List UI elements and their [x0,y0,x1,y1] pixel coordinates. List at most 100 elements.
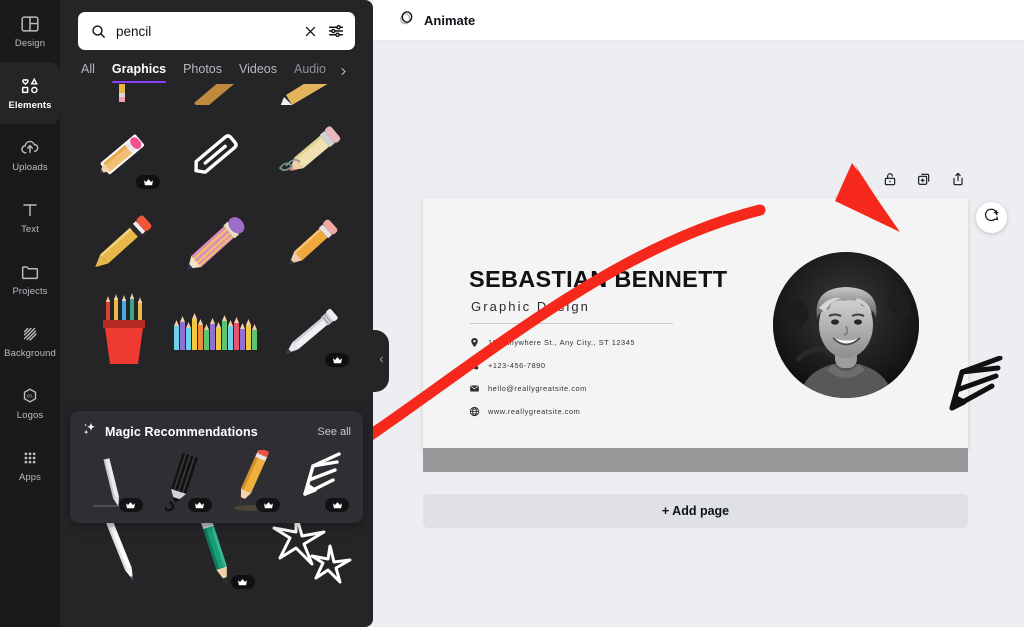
element-toolbar [882,171,966,187]
contact-row-website: www.reallygreatsite.com [469,403,635,419]
contact-row-phone: +123-456-7890 [469,357,635,373]
tab-all[interactable]: All [81,62,95,83]
category-tabs: All Graphics Photos Videos Audio [78,50,355,83]
sidebar-item-text-label: Text [21,224,39,236]
add-page-label: + Add page [661,504,730,518]
result-item-partial-3[interactable] [267,84,355,106]
magic-item-pencil-lineart[interactable] [288,448,351,514]
pro-badge [230,575,255,589]
magic-item-stylus-silver[interactable] [82,448,145,514]
result-item-pencil-outline[interactable] [172,112,260,195]
result-item-pencil-cup[interactable] [78,290,166,373]
card-role: Graphic Design [471,299,590,314]
sidebar-item-background[interactable]: Background [0,310,60,372]
sidebar-item-logos-label: Logos [16,410,44,422]
contact-address-text: 123 Anywhere St., Any City., ST 12345 [488,337,636,347]
panel-header: All Graphics Photos Videos Audio [60,0,373,83]
result-item-colored-pencils-row[interactable] [172,290,260,373]
lock-open-icon[interactable] [882,171,898,187]
portrait-photo[interactable] [773,252,919,398]
search-input[interactable] [116,23,294,39]
tab-audio[interactable]: Audio [294,62,326,83]
page-strip [423,448,968,472]
sidebar-item-uploads-label: Uploads [12,162,48,174]
search-icon [90,23,107,40]
sidebar-item-background-label: Background [4,348,56,360]
pro-badge [136,175,161,189]
card-contact-list: 123 Anywhere St., Any City., ST 12345 +1… [469,334,635,426]
sidebar-item-logos[interactable]: co. Logos [0,372,60,434]
pencil-lineart-graphic[interactable] [936,355,1008,423]
result-item-partial-2[interactable] [172,84,260,106]
tab-photos[interactable]: Photos [183,62,222,83]
editor-main: Animate SEBASTIAN BENNETT Graphic Design… [373,0,1024,627]
background-icon [19,323,41,345]
add-page-button[interactable]: + Add page [423,494,968,528]
contact-website-text: www.reallygreatsite.com [488,406,581,416]
close-icon[interactable] [303,24,318,39]
magic-recommendations-panel: Magic Recommendations See all [70,411,363,523]
globe-icon [469,406,480,417]
pro-badge [118,498,143,512]
chevron-right-icon[interactable] [339,65,348,81]
result-item-pencil-yellow-sticker[interactable] [78,112,166,195]
sidebar-item-elements-label: Elements [8,100,52,112]
magic-item-pencil-black-brush[interactable] [151,448,214,514]
elements-search-panel: All Graphics Photos Videos Audio [60,0,373,627]
apps-icon [19,447,41,469]
sidebar-item-projects[interactable]: Projects [0,248,60,310]
envelope-icon [469,383,480,394]
design-icon [19,13,41,35]
uploads-icon [19,137,41,159]
sidebar-item-uploads[interactable]: Uploads [0,124,60,186]
design-card[interactable]: SEBASTIAN BENNETT Graphic Design 123 Any… [423,198,1003,449]
left-rail: Design Elements Uploads Text Projects Ba… [0,0,60,627]
result-item-pencil-pink[interactable] [172,201,260,284]
tab-videos[interactable]: Videos [239,62,277,83]
pro-badge [187,498,212,512]
tab-graphics[interactable]: Graphics [111,62,167,83]
share-up-icon[interactable] [950,171,966,187]
card-divider [470,323,673,324]
sidebar-item-projects-label: Projects [12,286,48,298]
contact-row-address: 123 Anywhere St., Any City., ST 12345 [469,334,635,350]
sidebar-item-design[interactable]: Design [0,0,60,62]
duplicate-icon[interactable] [916,171,932,187]
add-comment-button[interactable] [976,202,1007,233]
sidebar-item-elements[interactable]: Elements [0,62,60,124]
elements-icon [19,75,41,97]
canva-editor-window: Design Elements Uploads Text Projects Ba… [0,0,1024,627]
pro-badge [325,498,349,512]
magic-recommendations-header: Magic Recommendations See all [82,421,351,442]
result-item-pencil-silver[interactable] [267,290,355,373]
logos-icon: co. [19,385,41,407]
magic-item-pencil-gold[interactable] [220,448,283,514]
animate-button[interactable]: Animate [389,3,483,37]
sidebar-item-apps[interactable]: Apps [0,434,60,496]
canvas-area[interactable]: SEBASTIAN BENNETT Graphic Design 123 Any… [373,41,1024,627]
contact-email-text: hello@reallygreatsite.com [488,383,587,393]
result-item-partial-1[interactable] [78,84,166,106]
projects-icon [19,261,41,283]
filter-sliders-icon[interactable] [327,22,345,40]
result-item-pencil-amber[interactable] [267,201,355,284]
magic-recommendations-items [82,448,351,514]
svg-text:co.: co. [27,394,34,400]
panel-collapse-handle[interactable] [373,330,389,392]
sidebar-item-text[interactable]: Text [0,186,60,248]
animate-rings-icon [397,8,416,32]
animate-label: Animate [424,12,476,28]
result-item-pencil-orange-flat[interactable] [78,201,166,284]
location-pin-icon [469,337,480,348]
search-results-grid [60,84,373,627]
text-icon [19,199,41,221]
phone-icon [469,360,480,371]
search-bar[interactable] [78,12,355,50]
pro-badge [325,353,349,367]
see-all-link[interactable]: See all [317,426,351,438]
result-item-pencil-cream[interactable] [267,112,355,195]
sidebar-item-design-label: Design [14,38,46,50]
card-name: SEBASTIAN BENNETT [469,266,728,292]
top-toolbar: Animate [373,0,1024,41]
magic-recommendations-title: Magic Recommendations [105,424,258,439]
